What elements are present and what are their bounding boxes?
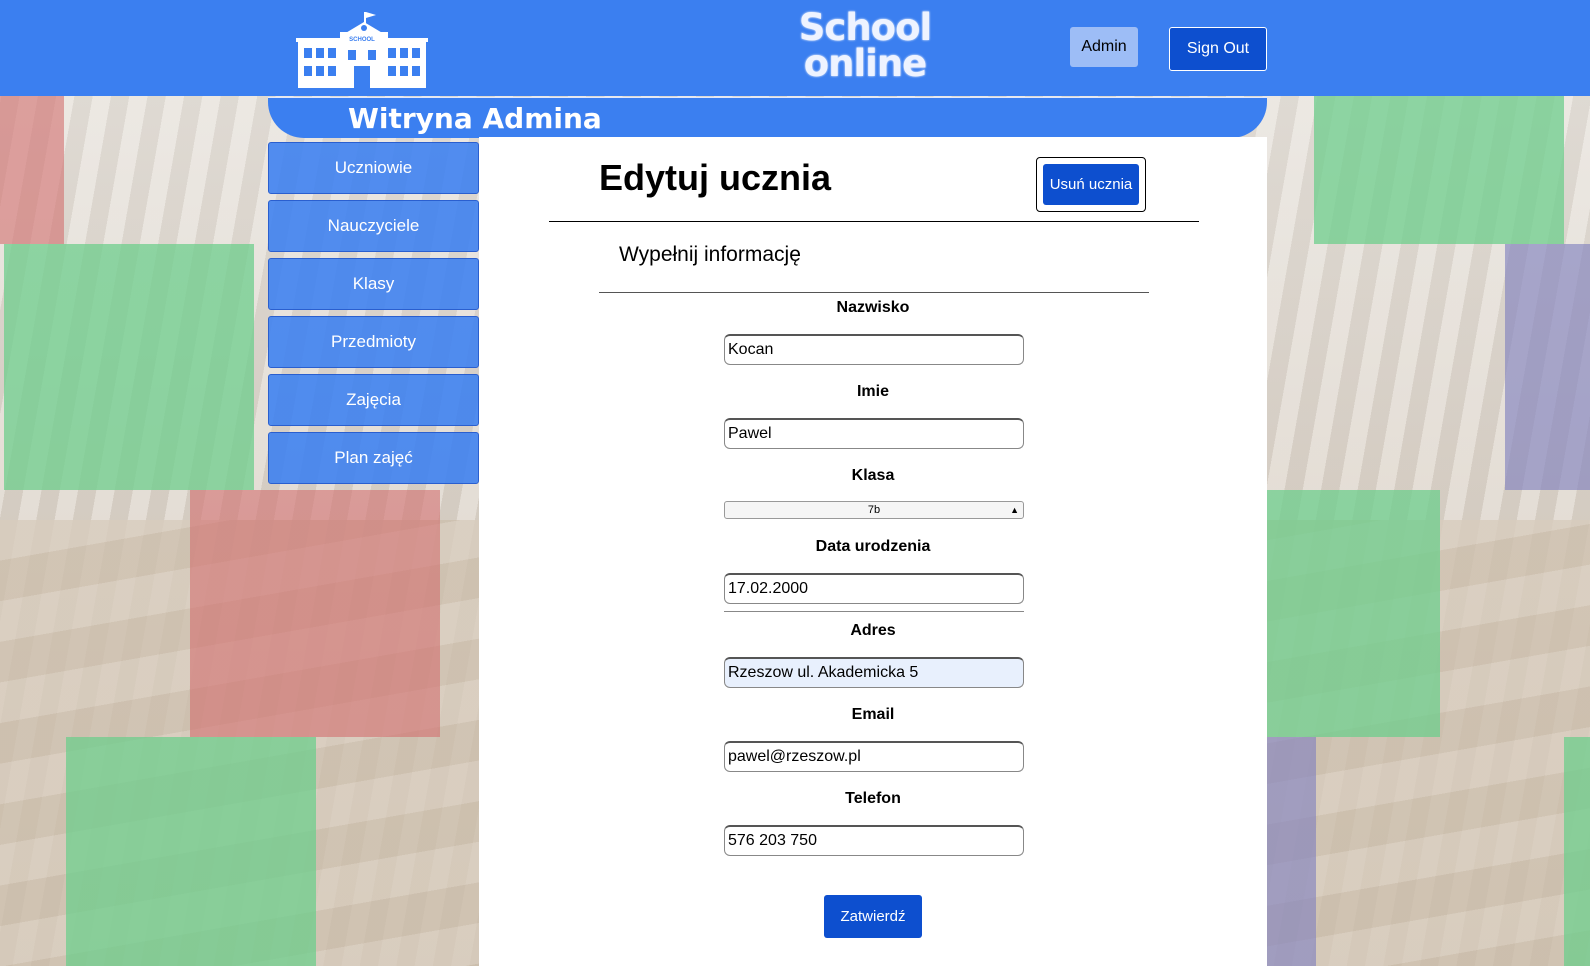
edit-student-panel: Edytuj ucznia Usuń ucznia Wypełnij infor… [479,137,1267,966]
decor-block [1505,244,1590,490]
decor-block [66,737,316,966]
address-label: Adres [850,622,896,639]
surname-label: Nazwisko [836,299,910,316]
delete-button-frame: Usuń ucznia [1036,157,1146,212]
submit-button[interactable]: Zatwierdź [824,895,922,938]
decor-block [1267,490,1440,737]
name-label: Imie [856,383,889,400]
email-label: Email [851,706,895,723]
select-arrows-icon: ▲︎ [1010,505,1019,515]
brand-title: School online [790,6,940,85]
divider [724,611,1024,612]
sign-out-button[interactable]: Sign Out [1169,27,1267,71]
class-label: Klasa [851,467,895,484]
class-select[interactable]: 7b ▲︎ [724,501,1024,519]
surname-field[interactable] [724,334,1024,365]
birthdate-label: Data urodzenia [815,538,931,555]
school-logo-icon: SCHOOL [296,12,428,88]
decor-block [0,96,64,244]
sidebar-item-plan-zajec[interactable]: Plan zajęć [268,432,479,484]
page-title: Edytuj ucznia [599,157,832,198]
brand-line-2: online [803,42,928,85]
phone-label: Telefon [845,790,901,807]
sidebar-item-uczniowie[interactable]: Uczniowie [268,142,479,194]
phone-field[interactable] [724,825,1024,856]
top-navbar: SCHOOL School online Admin Sign Out [0,0,1590,96]
sidebar-item-przedmioty[interactable]: Przedmioty [268,316,479,368]
admin-button[interactable]: Admin [1070,27,1138,67]
decor-block [1564,737,1590,966]
email-field[interactable] [724,741,1024,772]
decor-block [1267,737,1316,966]
decor-block [1314,96,1564,244]
admin-subheader: Witryna Admina [268,97,1267,138]
sidebar-item-klasy[interactable]: Klasy [268,258,479,310]
subheader-title: Witryna Admina [348,102,602,135]
logo-sign-text: SCHOOL [349,37,375,43]
sidebar-item-zajecia[interactable]: Zajęcia [268,374,479,426]
decor-block [190,490,440,737]
birthdate-field[interactable] [724,573,1024,604]
form-subtitle: Wypełnij informację [619,243,801,266]
name-field[interactable] [724,418,1024,449]
divider [599,292,1149,293]
brand-line-1: School [798,6,932,49]
sidebar-item-nauczyciele[interactable]: Nauczyciele [268,200,479,252]
decor-block [4,244,254,490]
address-field[interactable] [724,657,1024,688]
class-select-value: 7b [867,504,881,516]
delete-student-button[interactable]: Usuń ucznia [1043,164,1139,205]
sidebar-nav: Uczniowie Nauczyciele Klasy Przedmioty Z… [268,142,479,490]
divider [549,221,1199,222]
